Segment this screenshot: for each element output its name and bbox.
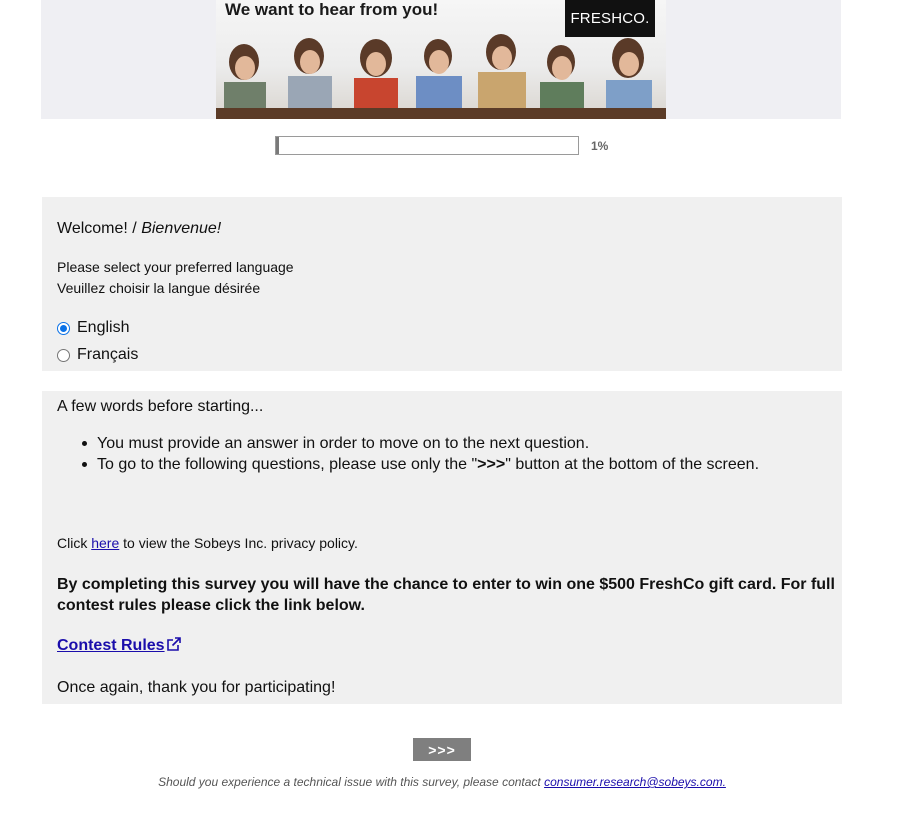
title-separator: / xyxy=(127,220,142,237)
rule-item: You must provide an answer in order to m… xyxy=(81,433,759,454)
progress-indicator: 1% xyxy=(275,136,608,155)
next-symbol-text: >>> xyxy=(477,456,506,473)
rule-text: " button at the bottom of the screen. xyxy=(505,456,760,473)
support-email-link[interactable]: consumer.research@sobeys.com. xyxy=(544,775,726,789)
language-prompt: Please select your preferred language Ve… xyxy=(57,257,294,299)
privacy-policy-link[interactable]: here xyxy=(91,535,119,551)
banner-image: We want to hear from you! FRESHCO. xyxy=(216,0,666,119)
rule-text: To go to the following questions, please… xyxy=(97,456,478,473)
footer-text: Should you experience a technical issue … xyxy=(158,775,545,789)
instructions-intro: A few words before starting... xyxy=(57,398,264,415)
language-prompt-fr: Veuillez choisir la langue désirée xyxy=(57,280,261,296)
language-option-label[interactable]: English xyxy=(77,319,129,337)
welcome-title-en: Welcome! xyxy=(57,220,128,237)
language-option-label[interactable]: Français xyxy=(77,346,138,364)
external-link-icon[interactable] xyxy=(166,637,181,652)
next-button[interactable]: >>> xyxy=(413,738,471,761)
progress-percent: 1% xyxy=(591,139,609,153)
language-option-english[interactable]: English xyxy=(57,319,129,337)
language-panel: Welcome! / Bienvenue! Please select your… xyxy=(42,197,842,371)
contest-rules-link[interactable]: Contest Rules xyxy=(57,637,181,655)
language-option-french[interactable]: Français xyxy=(57,346,138,364)
rules-list: You must provide an answer in order to m… xyxy=(81,433,760,475)
privacy-text: Click xyxy=(57,535,92,551)
contest-description: By completing this survey you will have … xyxy=(57,576,835,614)
progress-bar-fill xyxy=(276,137,280,154)
rule-item: To go to the following questions, please… xyxy=(81,454,760,475)
freshco-logo: FRESHCO. xyxy=(565,0,655,37)
welcome-title-fr: Bienvenue! xyxy=(141,220,222,237)
footer-note: Should you experience a technical issue … xyxy=(0,775,884,789)
instructions-panel: A few words before starting... You must … xyxy=(42,391,842,704)
privacy-line: Click here to view the Sobeys Inc. priva… xyxy=(57,535,358,551)
progress-bar xyxy=(275,136,579,155)
privacy-text: to view the Sobeys Inc. privacy policy. xyxy=(119,535,358,551)
radio-french[interactable] xyxy=(57,348,70,362)
radio-english[interactable] xyxy=(57,321,70,335)
banner-headline: We want to hear from you! xyxy=(225,0,439,19)
welcome-title: Welcome! / Bienvenue! xyxy=(57,220,221,238)
thanks-message: Once again, thank you for participating! xyxy=(57,679,336,696)
language-prompt-en: Please select your preferred language xyxy=(57,259,294,275)
contest-rules-label[interactable]: Contest Rules xyxy=(57,637,165,654)
